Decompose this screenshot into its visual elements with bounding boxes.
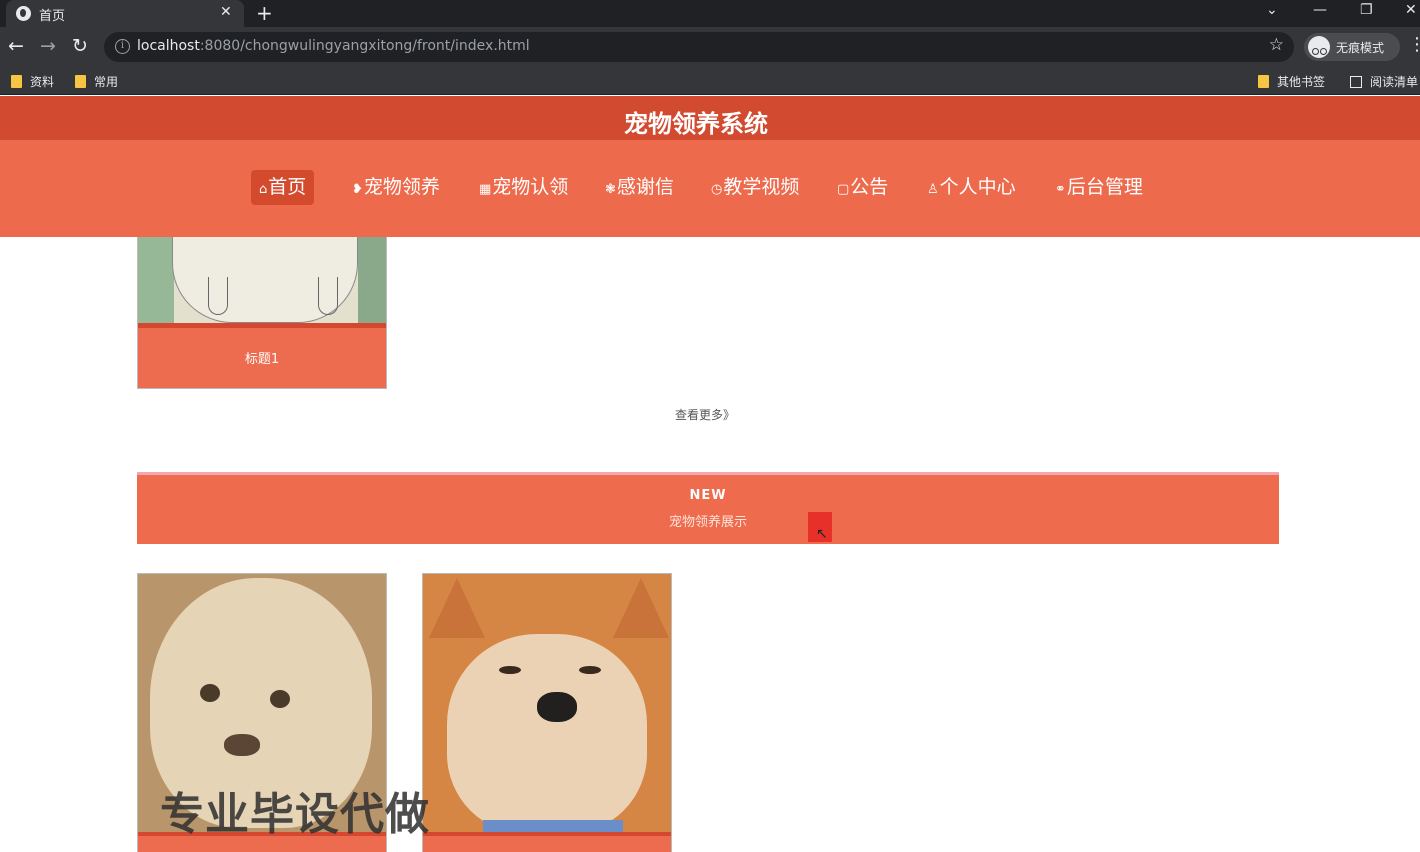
pet-photo-shiba[interactable] [423,574,671,834]
url-text[interactable]: localhost:8080/chongwulingyangxitong/fro… [137,38,530,54]
flower-icon: ❃ [605,182,616,197]
banner-subtitle: 宠物领养展示 [668,515,747,530]
incognito-label: 无痕模式 [1336,41,1385,55]
browser-tab[interactable]: 首页 ✕ [6,0,244,27]
home-icon: ⌂ [259,182,268,197]
browser-tab-bar: 首页 ✕ + ⌄ — ❐ ✕ [0,0,1420,27]
link-icon: ⚭ [1055,182,1066,197]
tab-title: 首页 [39,9,66,24]
mouse-cursor-icon: ↖ [816,526,828,542]
pet-card[interactable] [422,573,672,852]
reading-list-icon [1350,76,1362,88]
bookmark-folder[interactable]: 资料 [11,73,54,90]
main-nav: ⌂首页 ❥宠物领养 ▦宠物认领 ❃感谢信 ◷教学视频 ▢公告 ♙个人中心 ⚭后台… [0,140,1420,237]
bookmarks-bar: 资料 常用 其他书签 阅读清单 [0,67,1420,95]
banner-title: NEW [689,488,727,503]
nav-home[interactable]: ⌂首页 [251,170,315,205]
pet-card-caption[interactable] [423,832,671,852]
featured-card[interactable]: 标题1 [137,237,387,389]
minimize-icon[interactable]: — [1313,2,1327,18]
site-header: 宠物领养系统 [0,96,1420,140]
bookmark-folder[interactable]: 其他书签 [1258,73,1325,90]
nav-thank-you-letters[interactable]: ❃感谢信 [597,170,682,205]
reload-icon[interactable]: ↻ [72,35,88,57]
globe-icon [16,6,31,21]
nav-announcements[interactable]: ▢公告 [829,170,896,205]
back-icon[interactable]: ← [8,35,24,57]
grid-icon: ▦ [479,182,492,197]
layers-icon: ❥ [352,182,363,197]
close-window-icon[interactable]: ✕ [1405,2,1417,18]
folder-icon [11,75,22,88]
nav-personal-center[interactable]: ♙个人中心 [919,170,1024,205]
new-tab-button[interactable]: + [256,1,273,25]
browser-toolbar: ← → ↻ i localhost:8080/chongwulingyangxi… [0,27,1420,67]
bookmark-star-icon[interactable]: ☆ [1269,35,1284,55]
nav-admin[interactable]: ⚭后台管理 [1047,170,1151,205]
site-title: 宠物领养系统 [624,110,768,138]
folder-icon [1258,75,1269,88]
nav-tutorial-videos[interactable]: ◷教学视频 [703,170,807,205]
tab-search-chevron-icon[interactable]: ⌄ [1266,2,1278,18]
nav-pet-adoption[interactable]: ❥宠物领养 [344,170,448,205]
nav-pet-claim[interactable]: ▦宠物认领 [471,170,576,205]
close-tab-icon[interactable]: ✕ [220,4,232,20]
notice-icon: ▢ [837,182,850,197]
folder-icon [75,75,86,88]
view-more-link[interactable]: 查看更多》 [0,406,1410,423]
user-icon: ♙ [927,182,939,197]
menu-dots-icon[interactable]: ⋮ [1408,34,1420,55]
restore-icon[interactable]: ❐ [1360,2,1373,18]
watermark-text: 专业毕设代做 [160,789,430,840]
card-image[interactable] [138,237,386,323]
forward-icon[interactable]: → [40,35,56,57]
incognito-badge[interactable]: 无痕模式 [1304,33,1400,61]
card-title: 标题1 [244,352,280,367]
reading-list[interactable]: 阅读清单 [1350,73,1418,90]
address-bar[interactable]: i localhost:8080/chongwulingyangxitong/f… [104,32,1294,62]
card-caption[interactable]: 标题1 [138,323,386,388]
clock-icon: ◷ [711,182,723,197]
incognito-icon [1308,36,1330,58]
bookmark-folder[interactable]: 常用 [75,73,118,90]
info-icon[interactable]: i [115,39,130,54]
section-banner: NEW 宠物领养展示 [137,472,1279,544]
